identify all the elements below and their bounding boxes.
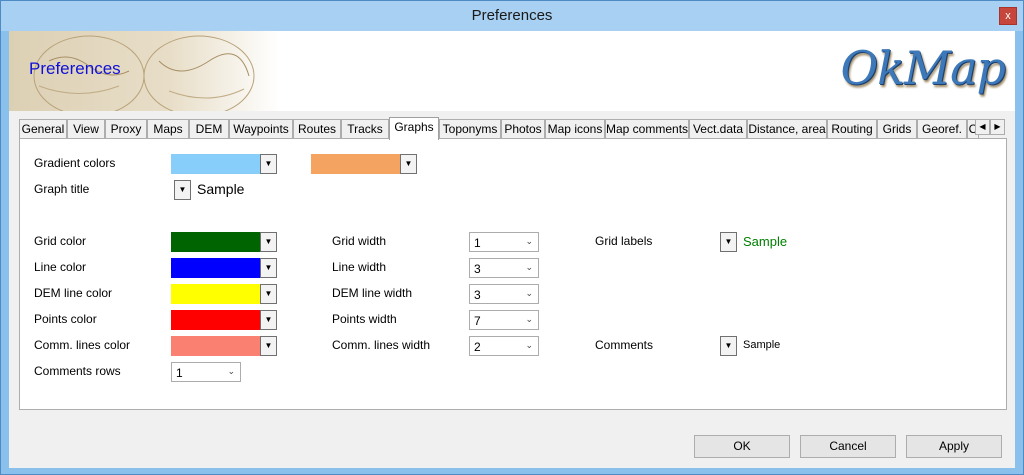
points-width-label: Points width	[332, 312, 397, 326]
comm-lines-width-label: Comm. lines width	[332, 338, 431, 352]
chevron-down-icon: ⌄	[227, 366, 235, 376]
grid-labels-label: Grid labels	[595, 234, 653, 248]
okmap-logo: OkMap	[840, 41, 1006, 95]
comm-lines-width-select[interactable]: 2 ⌄	[469, 336, 539, 356]
grid-width-label: Grid width	[332, 234, 387, 248]
comments-font-button[interactable]: ▼	[720, 336, 737, 356]
grid-color-label: Grid color	[34, 234, 87, 248]
comments-sample: Sample	[743, 339, 781, 351]
graph-title-font-button[interactable]: ▼	[174, 180, 191, 200]
dem-line-color-picker[interactable]: ▼	[171, 284, 277, 304]
chevron-down-icon: ⌄	[525, 340, 533, 350]
points-color-swatch	[171, 310, 260, 330]
chevron-down-icon[interactable]: ▼	[260, 232, 277, 252]
grid-color-swatch	[171, 232, 260, 252]
dem-line-width-select[interactable]: 3 ⌄	[469, 284, 539, 304]
window-title: Preferences	[471, 7, 553, 24]
line-width-select[interactable]: 3 ⌄	[469, 258, 539, 278]
tab-proxy[interactable]: Proxy	[105, 119, 147, 139]
chevron-down-icon: ⌄	[525, 314, 533, 324]
tab-grids[interactable]: Grids	[877, 119, 917, 139]
chevron-down-icon[interactable]: ▼	[260, 284, 277, 304]
dem-line-color-swatch	[171, 284, 260, 304]
tab-strip: General View Proxy Maps DEM Waypoints Ro…	[19, 117, 1009, 140]
chevron-down-icon: ⌄	[525, 236, 533, 246]
grid-labels-sample: Sample	[743, 234, 788, 249]
gradient-color-1-picker[interactable]: ▼	[171, 154, 277, 174]
cancel-button[interactable]: Cancel	[800, 435, 896, 458]
tab-scroll-right-icon[interactable]: ▶	[990, 119, 1005, 135]
tab-georef[interactable]: Georef.	[917, 119, 967, 139]
dem-line-width-label: DEM line width	[332, 286, 413, 300]
chevron-down-icon: ⌄	[525, 288, 533, 298]
banner-title: Preferences	[29, 59, 121, 78]
comm-lines-color-label: Comm. lines color	[34, 338, 131, 352]
gradient-colors-label: Gradient colors	[34, 156, 116, 170]
tab-view[interactable]: View	[67, 119, 105, 139]
tab-general[interactable]: General	[19, 119, 67, 139]
comments-rows-value: 1	[176, 366, 183, 380]
tab-graphs[interactable]: Graphs	[389, 117, 439, 140]
dialog-client: Preferences OkMap General View Proxy Map…	[9, 31, 1015, 468]
tab-distance-area[interactable]: Distance, area	[747, 119, 827, 139]
header-banner: Preferences OkMap	[9, 31, 1015, 111]
line-color-swatch	[171, 258, 260, 278]
dem-line-color-label: DEM line color	[34, 286, 113, 300]
line-color-label: Line color	[34, 260, 87, 274]
title-bar[interactable]: Preferences x	[1, 1, 1023, 31]
comments-rows-select[interactable]: 1 ⌄	[171, 362, 241, 382]
dem-line-width-value: 3	[474, 288, 481, 302]
graph-title-sample: Sample	[197, 181, 245, 197]
tab-maps[interactable]: Maps	[147, 119, 189, 139]
chevron-down-icon[interactable]: ▼	[260, 310, 277, 330]
close-button[interactable]: x	[999, 7, 1017, 25]
gradient-color-2-swatch	[311, 154, 400, 174]
ok-button[interactable]: OK	[694, 435, 790, 458]
tab-map-comments[interactable]: Map comments	[605, 119, 689, 139]
tab-tracks[interactable]: Tracks	[341, 119, 389, 139]
comm-lines-color-swatch	[171, 336, 260, 356]
grid-color-picker[interactable]: ▼	[171, 232, 277, 252]
chevron-down-icon[interactable]: ▼	[400, 154, 417, 174]
points-color-picker[interactable]: ▼	[171, 310, 277, 330]
tab-routes[interactable]: Routes	[293, 119, 341, 139]
comm-lines-color-picker[interactable]: ▼	[171, 336, 277, 356]
graph-title-label: Graph title	[34, 182, 90, 196]
chevron-down-icon: ⌄	[525, 262, 533, 272]
tab-routing[interactable]: Routing	[827, 119, 877, 139]
chevron-down-icon[interactable]: ▼	[260, 154, 277, 174]
line-width-value: 3	[474, 262, 481, 276]
chevron-down-icon[interactable]: ▼	[260, 258, 277, 278]
tab-dem[interactable]: DEM	[189, 119, 229, 139]
line-color-picker[interactable]: ▼	[171, 258, 277, 278]
apply-button[interactable]: Apply	[906, 435, 1002, 458]
line-width-label: Line width	[332, 260, 387, 274]
tab-map-icons[interactable]: Map icons	[545, 119, 605, 139]
tab-photos[interactable]: Photos	[501, 119, 545, 139]
tab-scroll-left-icon[interactable]: ◀	[975, 119, 990, 135]
grid-width-select[interactable]: 1 ⌄	[469, 232, 539, 252]
points-color-label: Points color	[34, 312, 97, 326]
points-width-select[interactable]: 7 ⌄	[469, 310, 539, 330]
gradient-color-2-picker[interactable]: ▼	[311, 154, 417, 174]
comments-rows-label: Comments rows	[34, 364, 121, 378]
gradient-color-1-swatch	[171, 154, 260, 174]
chevron-down-icon[interactable]: ▼	[260, 336, 277, 356]
comm-lines-width-value: 2	[474, 340, 481, 354]
tab-vect-data[interactable]: Vect.data	[689, 119, 747, 139]
preferences-window: Preferences x Preferences OkMap General …	[0, 0, 1024, 475]
graphs-panel: Gradient colors ▼ ▼ Graph title ▼ Sample…	[19, 138, 1007, 410]
grid-width-value: 1	[474, 236, 481, 250]
points-width-value: 7	[474, 314, 481, 328]
comments-label: Comments	[595, 338, 654, 352]
grid-labels-font-button[interactable]: ▼	[720, 232, 737, 252]
tab-toponyms[interactable]: Toponyms	[439, 119, 501, 139]
tab-waypoints[interactable]: Waypoints	[229, 119, 293, 139]
